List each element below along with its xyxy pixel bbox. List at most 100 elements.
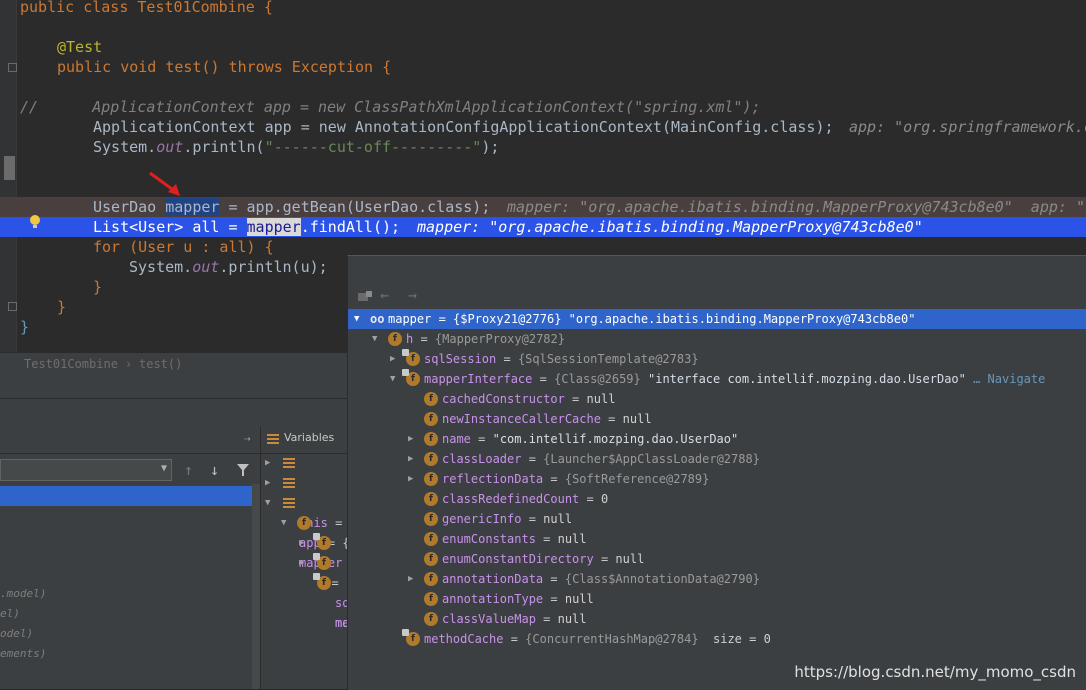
breadcrumb: Test01Combine › test() — [0, 352, 348, 375]
field-icon: f — [313, 533, 331, 550]
field-icon: f — [313, 573, 331, 590]
frame-item[interactable]: odel) — [0, 624, 33, 644]
tree-row[interactable]: ▶ f name = "com.intellif.mozping.dao.Use… — [348, 429, 1086, 449]
watch-glasses-icon: oo — [370, 312, 385, 326]
tree-row[interactable]: ▶ f sqlSession = {SqlSessionTemplate@278… — [348, 349, 1086, 369]
tree-row[interactable]: f classRedefinedCount = 0 — [348, 489, 1086, 509]
list-icon — [283, 478, 295, 488]
tree-row[interactable]: f genericInfo = null — [348, 509, 1086, 529]
var-row-methodcache[interactable]: f me — [299, 573, 349, 630]
variables-icon — [267, 434, 279, 444]
code-line-breakpoint[interactable]: UserDao mapper = app.getBean(UserDao.cla… — [0, 197, 1086, 217]
code-line: for (User u : all) { — [0, 237, 1086, 257]
down-arrow-icon[interactable]: ↓ — [210, 461, 219, 479]
code-line: System.out.println("------cut-off-------… — [0, 137, 1086, 157]
tree-row[interactable]: f newInstanceCallerCache = null — [348, 409, 1086, 429]
annotation: @Test — [57, 38, 103, 56]
for-loop: for (User u : all) { — [93, 238, 274, 256]
commented-code: // ApplicationContext app = new ClassPat… — [20, 98, 761, 116]
code-token: .println( — [183, 138, 265, 156]
forward-arrow-icon[interactable]: → — [408, 286, 417, 304]
lightbulb-icon[interactable] — [28, 214, 42, 230]
var-row-this[interactable]: ▶ this = — [265, 453, 342, 530]
code-line: public class Test01Combine { — [0, 0, 1086, 17]
field-icon: f — [424, 452, 438, 466]
field-icon: f — [402, 349, 420, 366]
breadcrumb-separator: › — [125, 357, 133, 371]
code-line: // ApplicationContext app = new ClassPat… — [0, 97, 1086, 117]
back-arrow-icon[interactable]: ← — [380, 286, 389, 304]
field-icon: f — [424, 412, 438, 426]
field-icon: f — [388, 332, 402, 346]
tree-row[interactable]: f methodCache = {ConcurrentHashMap@2784}… — [348, 629, 1086, 649]
code-token: } — [57, 298, 67, 316]
code-token: .findAll(); — [300, 218, 401, 236]
method-declaration: public void test() throws Exception { — [57, 58, 392, 76]
variable-inspector-popup[interactable]: ← → ▼ oo mapper = {$Proxy21@2776} "org.a… — [347, 255, 1086, 690]
field-icon: f — [424, 392, 438, 406]
field-icon: f — [424, 552, 438, 566]
field-icon: f — [402, 369, 420, 386]
tree-row[interactable]: ▼ f mapperInterface = {Class@2659} "inte… — [348, 369, 1086, 389]
field-icon: f — [424, 572, 438, 586]
breadcrumb-method[interactable]: test() — [139, 353, 182, 375]
red-arrow-annotation — [149, 171, 180, 196]
breadcrumb-class[interactable]: Test01Combine — [24, 353, 118, 375]
scrollbar[interactable] — [252, 484, 260, 689]
var-row-h[interactable]: ▼ f h = — [281, 513, 339, 590]
variable-mapper[interactable]: mapper — [246, 218, 301, 236]
tree-row[interactable]: ▶ f classLoader = {Launcher$AppClassLoad… — [348, 449, 1086, 469]
tree-row[interactable]: ▶ f annotationData = {Class$AnnotationDa… — [348, 569, 1086, 589]
tree-row[interactable]: ▼ f h = {MapperProxy@2782} — [348, 329, 1086, 349]
var-row-mapperinterface[interactable]: ▶ f ma — [299, 553, 349, 630]
frame-item[interactable]: ements) — [0, 644, 46, 664]
field-icon: f — [424, 592, 438, 606]
inline-debug-value: mapper: "org.apache.ibatis.binding.Mappe… — [417, 218, 923, 236]
tree-row[interactable]: f annotationType = null — [348, 589, 1086, 609]
field-icon: f — [424, 532, 438, 546]
pin-icon[interactable] — [358, 291, 372, 303]
variables-panel: Variables ▶ this = ▶ app = { ▼ mapper ▼ … — [260, 427, 350, 689]
variables-label: Variables — [284, 431, 335, 444]
code-line-execution[interactable]: List<User> all = mapper.findAll(); mappe… — [0, 217, 1086, 237]
code-token: out — [156, 138, 184, 156]
restore-icon[interactable]: ⇢ — [244, 432, 251, 445]
code-line: @Test — [0, 37, 1086, 57]
var-row-app[interactable]: ▶ app = { — [265, 473, 350, 550]
field-icon: f — [424, 472, 438, 486]
field-icon: f — [424, 512, 438, 526]
popup-toolbar: ← → — [348, 256, 1086, 312]
frame-selected[interactable] — [0, 486, 258, 506]
code-token: UserDao — [93, 198, 157, 216]
frame-item[interactable]: .model) — [0, 584, 46, 604]
filter-icon[interactable] — [236, 463, 250, 477]
field-icon: f — [424, 492, 438, 506]
field-icon: f — [297, 516, 311, 530]
watermark: https://blog.csdn.net/my_momo_csdn — [794, 663, 1076, 681]
inline-debug-value: app: "org.springframework.c — [849, 118, 1086, 136]
field-icon: f — [402, 629, 420, 646]
code-token: out — [192, 258, 220, 276]
list-icon — [283, 498, 295, 508]
code-token: System. — [93, 138, 157, 156]
code-token: List<User> all = — [93, 218, 247, 236]
frame-item[interactable]: el) — [0, 604, 20, 624]
code-token: } — [20, 318, 30, 336]
chevron-down-icon: ▼ — [160, 463, 167, 474]
tree-row[interactable]: f enumConstantDirectory = null — [348, 549, 1086, 569]
tree-row[interactable]: f enumConstants = null — [348, 529, 1086, 549]
tree-row[interactable]: f cachedConstructor = null — [348, 389, 1086, 409]
up-arrow-icon[interactable]: ↑ — [184, 461, 193, 479]
tree-row-root[interactable]: ▼ oo mapper = {$Proxy21@2776} "org.apach… — [348, 309, 1086, 329]
string-literal: "------cut-off---------" — [264, 138, 482, 156]
tree-row[interactable]: f classValueMap = null — [348, 609, 1086, 629]
variable-mapper[interactable]: mapper — [165, 198, 220, 216]
var-row-mapper[interactable]: ▼ mapper — [265, 493, 342, 570]
var-row-sqlsession[interactable]: ▶ f sq — [299, 533, 349, 610]
thread-select[interactable]: ▼ — [0, 459, 172, 481]
field-icon: f — [424, 432, 438, 446]
navigate-link[interactable]: … Navigate — [973, 372, 1045, 386]
tree-row[interactable]: ▶ f reflectionData = {SoftReference@2789… — [348, 469, 1086, 489]
frames-list[interactable]: .model) el) odel) ements) — [0, 484, 258, 689]
code-line: ApplicationContext app = new AnnotationC… — [0, 117, 1086, 137]
